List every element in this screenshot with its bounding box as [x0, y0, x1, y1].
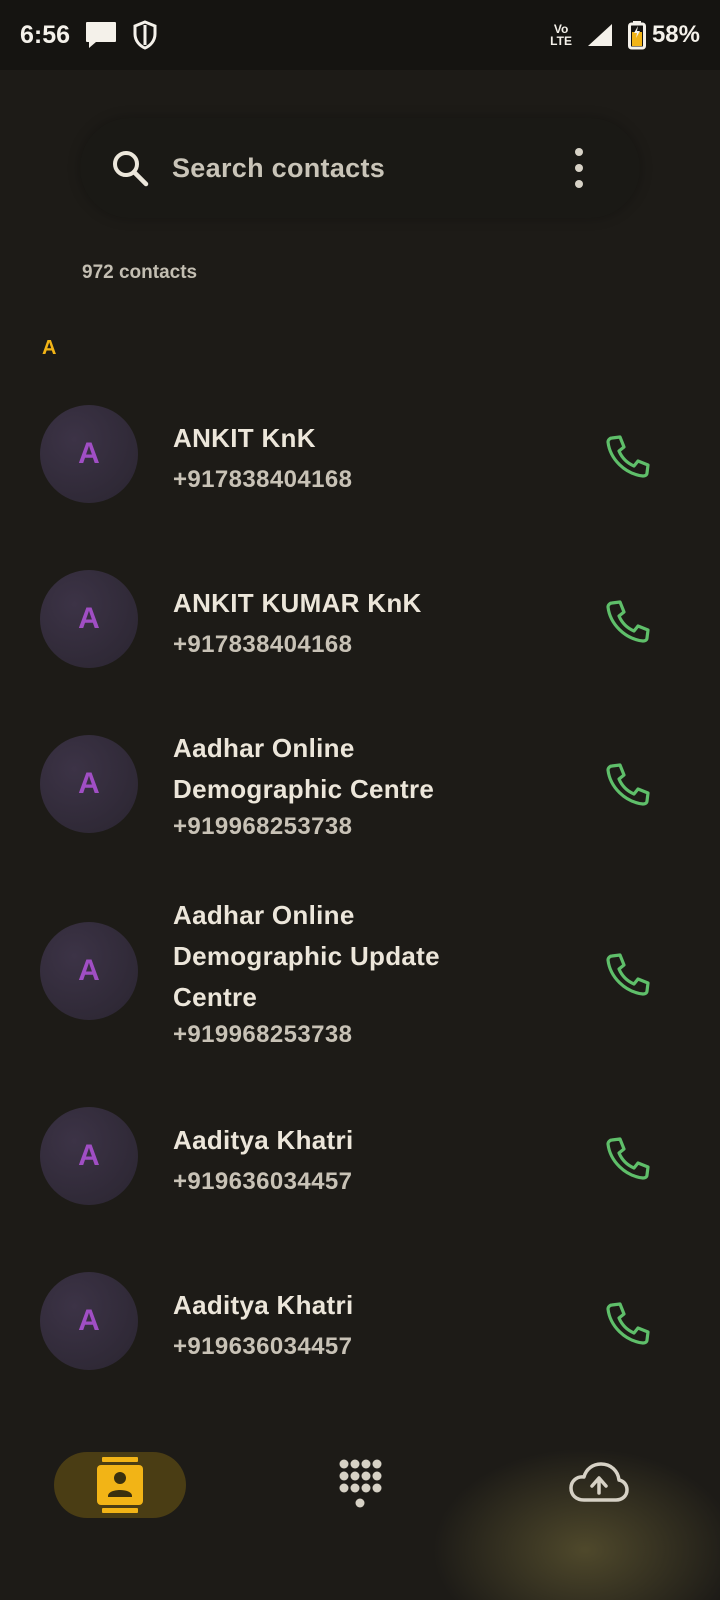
search-bar[interactable]: Search contacts [80, 118, 640, 218]
avatar: A [40, 1107, 138, 1205]
avatar: A [40, 922, 138, 1020]
contact-text: Aadhar Online Demographic Centre +919968… [173, 728, 573, 844]
phone-icon[interactable] [604, 1134, 652, 1182]
section-header: A [42, 337, 57, 359]
contact-text: ANKIT KUMAR KnK +917838404168 [173, 583, 573, 662]
contact-phone: +919968253738 [173, 813, 353, 840]
more-options-icon[interactable] [572, 148, 586, 188]
shield-icon [133, 20, 157, 50]
message-icon [86, 22, 117, 48]
avatar: A [40, 405, 138, 503]
status-bar: 6:56 Vo LTE 58% [0, 0, 720, 70]
contact-text: Aaditya Khatri +919636034457 [173, 1120, 573, 1199]
status-left: 6:56 [20, 20, 158, 50]
phone-icon[interactable] [604, 432, 652, 480]
cloud-upload-icon[interactable] [568, 1460, 630, 1506]
avatar: A [40, 735, 138, 833]
battery-icon [627, 21, 646, 50]
contact-name: ANKIT KUMAR KnK [173, 588, 422, 618]
contact-text: ANKIT KnK +917838404168 [173, 418, 573, 497]
contact-name-line: Aadhar Online [173, 733, 355, 763]
contact-name-line: Demographic Update [173, 941, 440, 971]
phone-icon[interactable] [604, 760, 652, 808]
contact-text: Aadhar Online Demographic Update Centre … [173, 895, 573, 1052]
contact-phone: +917838404168 [173, 631, 353, 658]
volte-indicator: Vo LTE [550, 23, 572, 47]
dialpad-icon[interactable] [337, 1458, 383, 1514]
contact-name-line: Demographic Centre [173, 774, 435, 804]
contacts-count: 972 contacts [82, 262, 198, 283]
volte-bottom-label: LTE [550, 34, 572, 48]
contact-name: ANKIT KnK [173, 423, 316, 453]
contact-name-line: Aadhar Online [173, 900, 355, 930]
contact-phone: +917838404168 [173, 466, 353, 493]
phone-icon[interactable] [604, 597, 652, 645]
bottom-navigation [0, 1420, 720, 1600]
signal-icon [587, 24, 612, 46]
avatar: A [40, 570, 138, 668]
contact-name: Aaditya Khatri [173, 1125, 354, 1155]
phone-icon[interactable] [604, 950, 652, 998]
contact-text: Aaditya Khatri +919636034457 [173, 1285, 573, 1364]
search-icon [113, 151, 149, 187]
nav-contacts-tab[interactable] [54, 1452, 186, 1518]
contact-phone: +919636034457 [173, 1168, 353, 1195]
contact-name: Aaditya Khatri [173, 1290, 354, 1320]
contact-phone: +919968253738 [173, 1021, 353, 1048]
status-time: 6:56 [20, 20, 71, 49]
avatar: A [40, 1272, 138, 1370]
contact-phone: +919636034457 [173, 1333, 353, 1360]
contacts-icon [97, 1457, 143, 1513]
contact-name-line: Centre [173, 982, 258, 1012]
search-input[interactable]: Search contacts [172, 153, 572, 184]
phone-icon[interactable] [604, 1299, 652, 1347]
battery-percent: 58% [651, 21, 700, 48]
status-right: Vo LTE 58% [550, 20, 700, 50]
